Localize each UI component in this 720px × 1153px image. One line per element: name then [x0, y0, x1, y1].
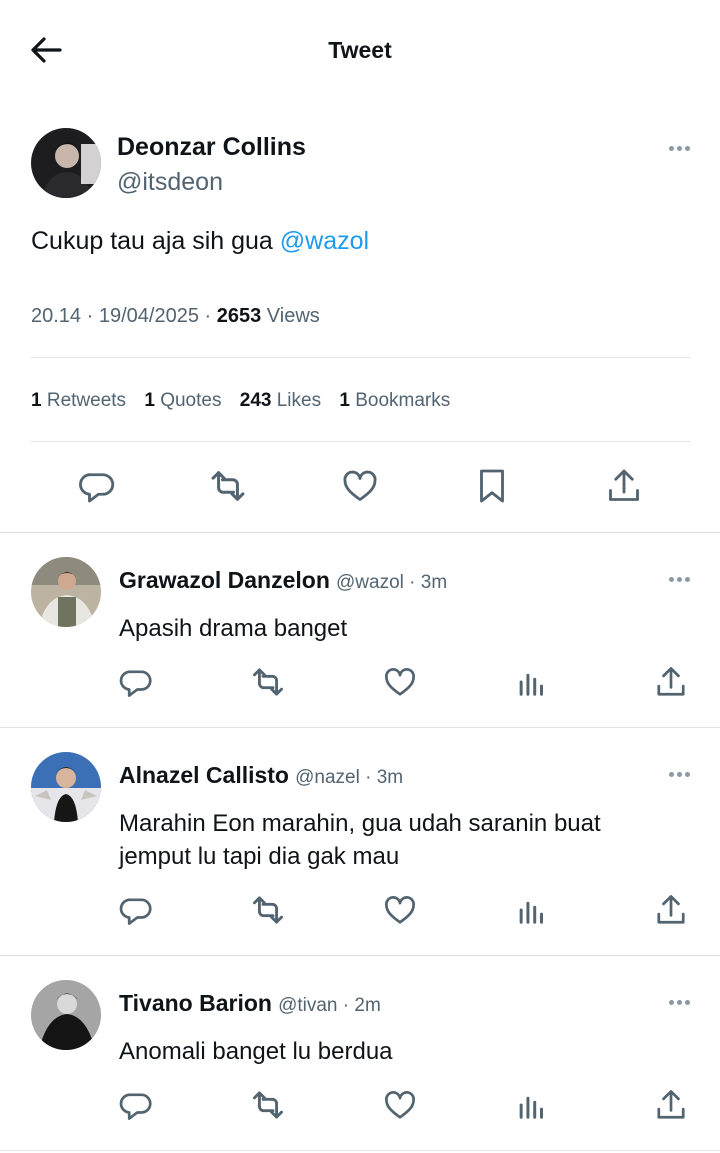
author-handle[interactable]: @itsdeon — [117, 168, 223, 197]
retweet-button[interactable] — [206, 463, 250, 509]
mention-link[interactable]: @wazol — [280, 227, 369, 255]
views-button[interactable] — [512, 890, 552, 930]
divider — [31, 441, 690, 442]
reply-author-name[interactable]: Grawazol Danzelon — [119, 567, 330, 593]
quotes-stat[interactable]: 1 Quotes — [144, 390, 221, 411]
more-horizontal-icon — [668, 771, 674, 777]
reply-button[interactable] — [116, 1085, 156, 1125]
avatar[interactable] — [31, 128, 101, 198]
reply-author-handle[interactable]: @nazel — [295, 767, 360, 788]
reply-author-name[interactable]: Alnazel Callisto — [119, 762, 289, 788]
reply-actions — [0, 890, 720, 930]
more-options-button[interactable] — [664, 992, 694, 1012]
more-horizontal-icon — [668, 576, 674, 582]
tweet-body: Cukup tau aja sih gua — [31, 227, 280, 255]
reply-header: Tivano Barion @tivan · 2m — [119, 990, 381, 1016]
share-button[interactable] — [651, 662, 691, 702]
share-button[interactable] — [651, 1085, 691, 1125]
like-button[interactable] — [380, 1085, 420, 1125]
reply-time: 3m — [376, 767, 404, 788]
reply-actions — [0, 1085, 720, 1125]
more-horizontal-icon — [668, 999, 674, 1005]
more-options-button[interactable] — [664, 764, 694, 784]
bookmark-icon — [480, 469, 504, 503]
reply-time: 2m — [354, 995, 381, 1016]
like-button[interactable] — [338, 463, 382, 509]
author-name[interactable]: Deonzar Collins — [117, 133, 306, 162]
retweet-icon — [211, 471, 245, 501]
reply-bubble-icon — [119, 898, 152, 925]
share-upload-icon — [657, 667, 685, 696]
views-button[interactable] — [512, 1085, 552, 1125]
bar-chart-icon — [519, 673, 543, 696]
bookmarks-stat[interactable]: 1 Bookmarks — [339, 390, 450, 411]
bar-chart-icon — [519, 901, 543, 924]
reply-time: 3m — [420, 572, 448, 593]
tweet-text: Cukup tau aja sih gua @wazol — [31, 227, 369, 256]
retweet-icon — [253, 896, 284, 924]
share-button[interactable] — [602, 463, 646, 509]
like-button[interactable] — [380, 890, 420, 930]
retweet-button[interactable] — [248, 662, 288, 702]
reply-tweet[interactable]: Alnazel Callisto @nazel · 3m Marahin Eon… — [0, 728, 720, 956]
reply-bubble-icon — [119, 1093, 152, 1120]
tweet-time: 20.14 — [31, 305, 82, 327]
more-options-button[interactable] — [664, 569, 694, 589]
likes-stat[interactable]: 243 Likes — [240, 390, 321, 411]
tweet-meta: 20.14 · 19/04/2025 · 2653 Views — [31, 305, 320, 327]
bookmark-button[interactable] — [470, 463, 514, 509]
reply-text: Marahin Eon marahin, gua udah saranin bu… — [119, 810, 601, 870]
share-upload-icon — [657, 1090, 685, 1119]
views-button[interactable] — [512, 662, 552, 702]
tweet-stats: 1 Retweets 1 Quotes 243 Likes 1 Bookmark… — [31, 390, 463, 412]
page-title: Tweet — [328, 37, 392, 63]
share-upload-icon — [657, 895, 685, 924]
retweet-icon — [253, 668, 284, 696]
reply-header: Alnazel Callisto @nazel · 3m — [119, 762, 404, 788]
heart-icon — [384, 1091, 416, 1119]
tweet-date: 19/04/2025 — [98, 305, 199, 327]
share-button[interactable] — [651, 890, 691, 930]
reply-button[interactable] — [75, 463, 119, 509]
reply-button[interactable] — [116, 890, 156, 930]
tweet-actions — [0, 463, 720, 513]
main-tweet: Deonzar Collins @itsdeon Cukup tau aja s… — [0, 100, 720, 533]
share-upload-icon — [609, 469, 639, 501]
reply-text: Apasih drama banget — [119, 615, 348, 642]
reply-tweet[interactable]: Grawazol Danzelon @wazol · 3m Apasih dra… — [0, 533, 720, 728]
bar-chart-icon — [519, 1096, 543, 1119]
heart-icon — [384, 668, 416, 696]
more-options-button[interactable] — [664, 138, 694, 158]
top-bar: Tweet — [0, 0, 720, 100]
views-count: 2653 — [216, 305, 262, 327]
views-label: Views — [266, 305, 320, 327]
reply-bubble-icon — [119, 670, 152, 697]
more-horizontal-icon — [668, 145, 674, 151]
retweet-button[interactable] — [248, 890, 288, 930]
reply-actions — [0, 662, 720, 702]
reply-tweet[interactable]: Tivano Barion @tivan · 2m Anomali banget… — [0, 956, 720, 1151]
like-button[interactable] — [380, 662, 420, 702]
avatar[interactable] — [31, 557, 101, 627]
avatar[interactable] — [31, 980, 101, 1050]
reply-author-handle[interactable]: @tivan — [278, 995, 337, 1016]
heart-icon — [343, 470, 377, 501]
reply-header: Grawazol Danzelon @wazol · 3m — [119, 567, 448, 593]
reply-text: Anomali banget lu berdua — [119, 1038, 393, 1065]
reply-bubble-icon — [79, 473, 115, 503]
avatar[interactable] — [31, 752, 101, 822]
divider — [31, 357, 690, 358]
retweet-button[interactable] — [248, 1085, 288, 1125]
reply-author-handle[interactable]: @wazol — [336, 572, 404, 593]
reply-button[interactable] — [116, 662, 156, 702]
retweet-icon — [253, 1091, 284, 1119]
retweets-stat[interactable]: 1 Retweets — [31, 390, 126, 411]
reply-author-name[interactable]: Tivano Barion — [119, 990, 272, 1016]
heart-icon — [384, 896, 416, 924]
